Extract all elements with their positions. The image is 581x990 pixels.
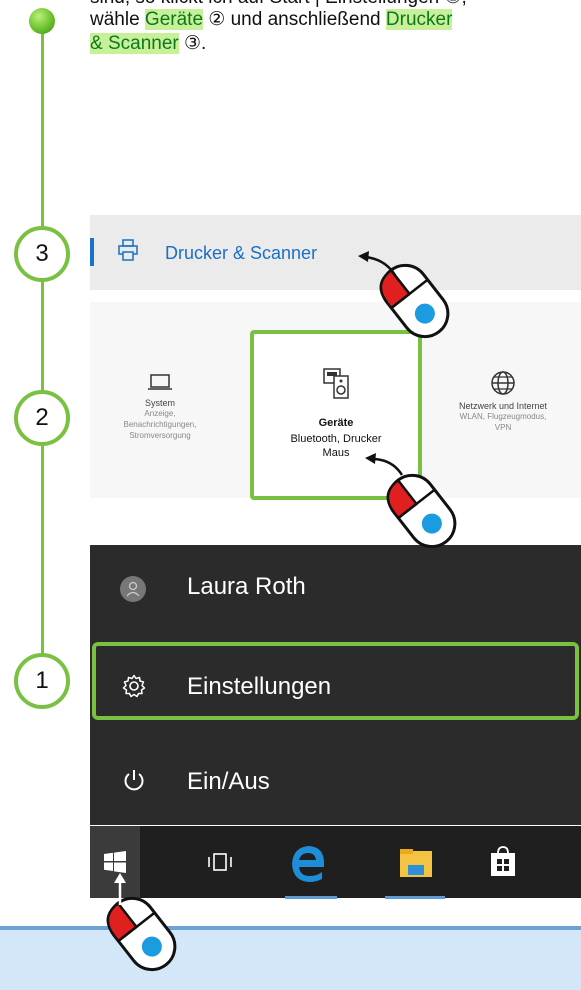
globe-icon <box>491 371 515 395</box>
category-network[interactable]: Netzwerk und Internet WLAN, Flugzeugmodu… <box>428 370 578 433</box>
selected-accent <box>90 238 94 266</box>
printer-icon <box>118 239 138 261</box>
devices-icon <box>323 368 349 399</box>
instruction-line-3: & Scanner ③. <box>90 33 207 54</box>
user-avatar <box>120 576 146 602</box>
menu-item-power[interactable]: Ein/Aus <box>90 745 581 815</box>
printers-scanners-label: Drucker & Scanner <box>165 243 318 263</box>
explorer-active-indicator <box>385 896 445 899</box>
category-devices-title: Geräte <box>318 417 354 429</box>
settings-nav-printers-scanners[interactable]: Drucker & Scanner <box>90 215 581 290</box>
step-1-marker: 1 <box>14 653 70 709</box>
menu-item-user[interactable]: Laura Roth <box>90 550 581 620</box>
step-3-marker: 3 <box>14 226 70 282</box>
task-view-icon[interactable] <box>207 851 233 873</box>
edge-icon[interactable] <box>288 843 328 883</box>
pointer-arrow-2 <box>365 453 404 476</box>
category-network-subtitle: WLAN, Flugzeugmodus, VPN <box>459 412 547 432</box>
highlight-drucker: Drucker <box>385 9 453 30</box>
timeline-start-dot <box>29 8 55 34</box>
category-system[interactable]: System Anzeige, Benachrichtigungen, Stro… <box>100 373 220 441</box>
bottom-info-bar <box>0 926 581 990</box>
file-explorer-icon[interactable] <box>399 848 433 878</box>
user-name: Laura Roth <box>187 573 306 600</box>
category-network-title: Netzwerk und Internet <box>458 401 548 411</box>
windows-start-icon <box>104 851 126 873</box>
step-2-marker: 2 <box>14 390 70 446</box>
laptop-icon <box>148 374 172 390</box>
category-system-subtitle: Anzeige, Benachrichtigungen, Stromversor… <box>123 409 197 440</box>
highlight-geraete: Geräte <box>144 9 204 30</box>
store-icon[interactable] <box>490 845 516 877</box>
power-label: Ein/Aus <box>187 768 270 795</box>
highlight-scanner: & Scanner <box>90 33 179 54</box>
pointer-arrow-1 <box>114 873 126 905</box>
power-icon <box>124 770 144 791</box>
user-icon <box>126 581 140 597</box>
instruction-line-2: wähle Geräte ② und anschließend Drucker <box>90 9 453 30</box>
timeline-line <box>41 20 44 680</box>
pointer-arrow-3 <box>358 251 397 276</box>
mouse-click-icon-1 <box>106 896 177 972</box>
edge-active-indicator <box>285 896 337 899</box>
settings-highlight-frame <box>92 642 579 720</box>
category-system-title: System <box>144 398 175 408</box>
